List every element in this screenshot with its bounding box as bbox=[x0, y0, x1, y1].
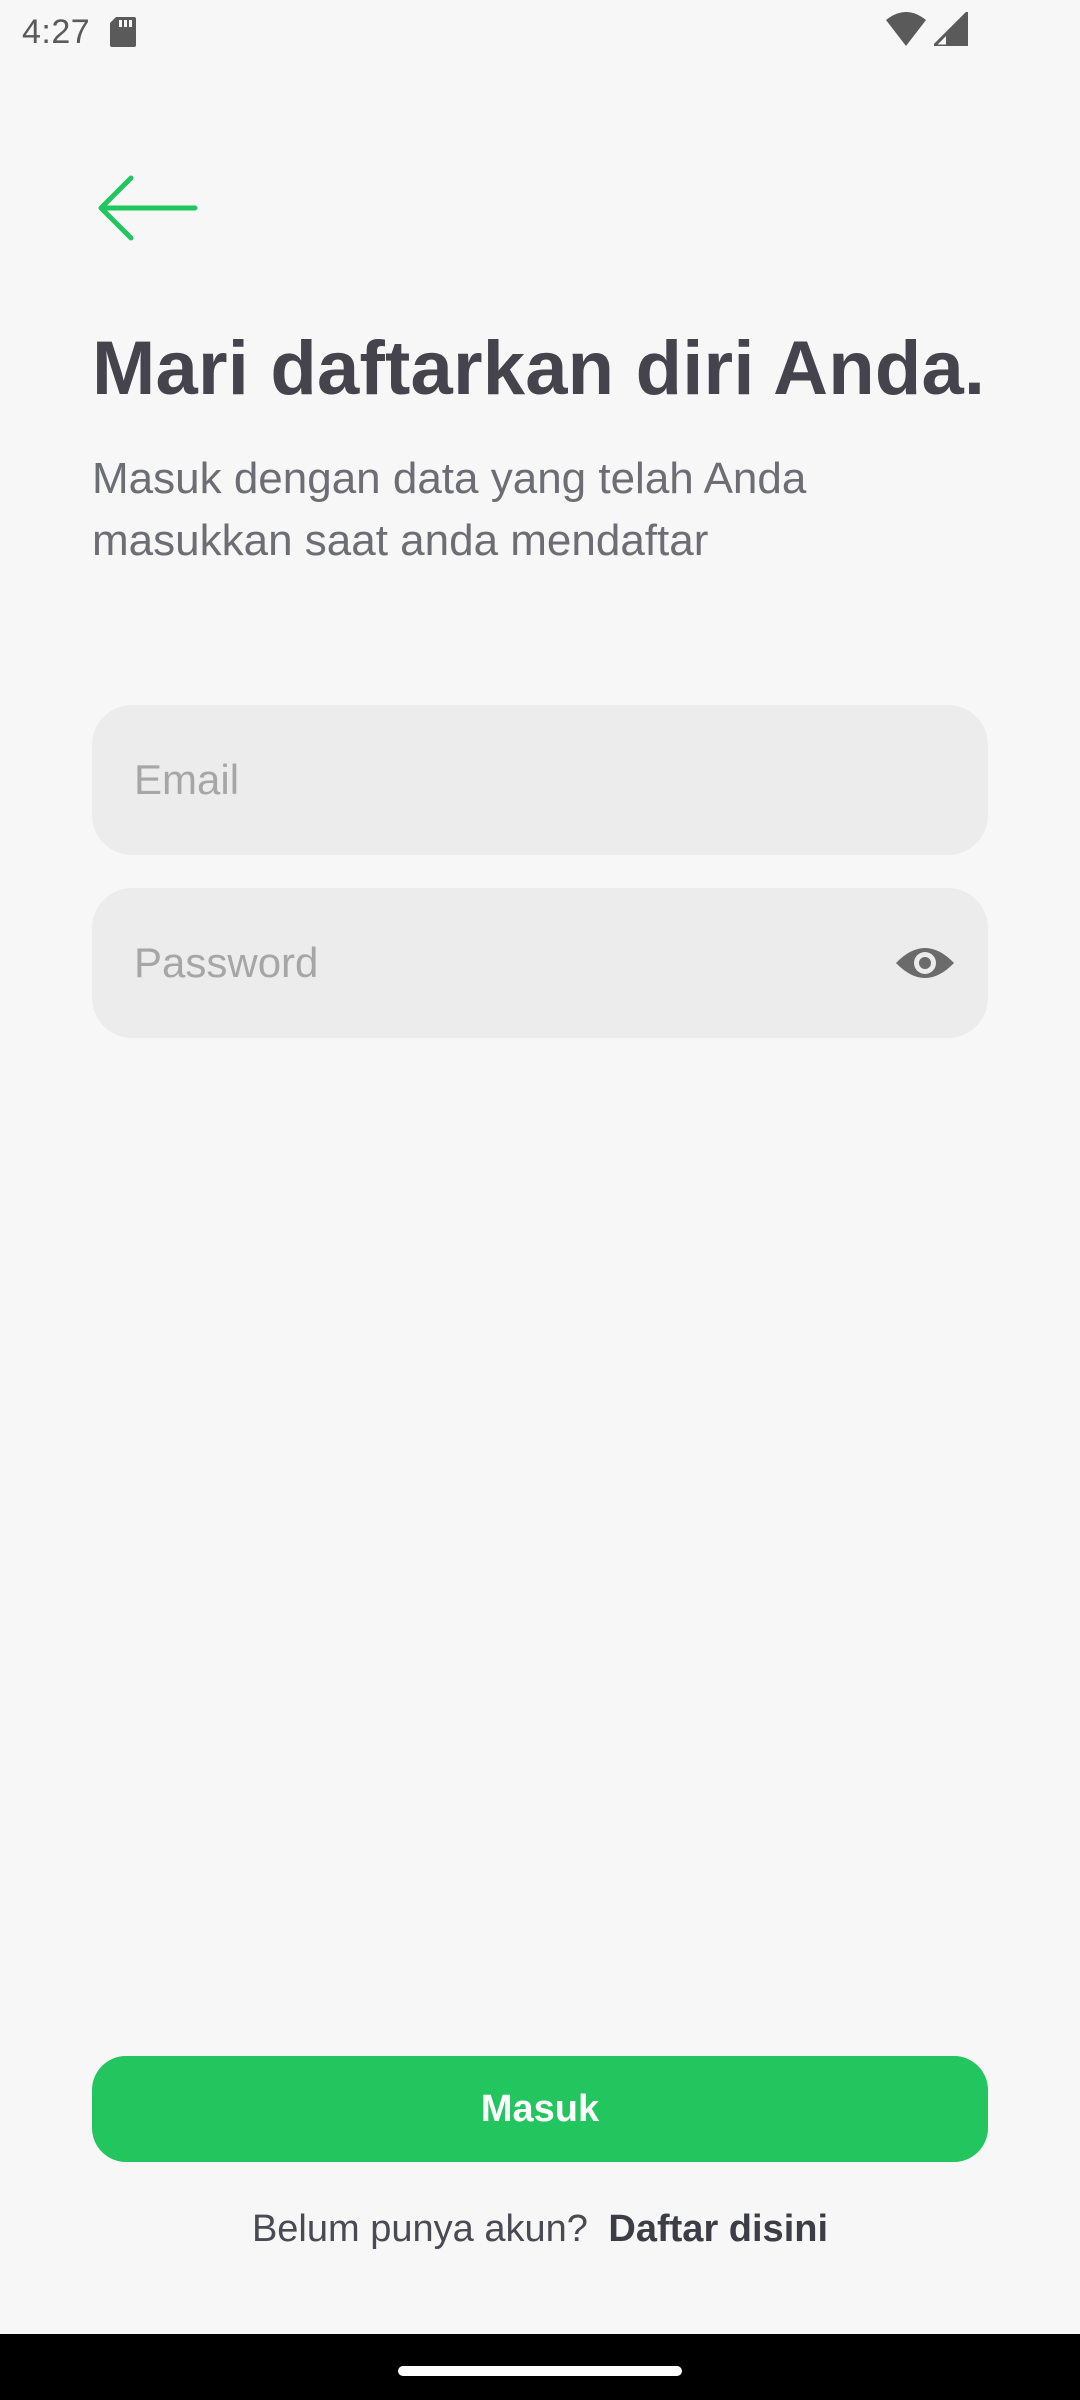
back-button[interactable] bbox=[92, 172, 202, 248]
email-field[interactable] bbox=[134, 756, 946, 804]
page-subtitle: Masuk dengan data yang telah Anda masukk… bbox=[92, 454, 807, 565]
signal-icon bbox=[930, 8, 970, 51]
status-time: 4:27 bbox=[22, 12, 91, 51]
register-prompt: Belum punya akun? Daftar disini bbox=[0, 2208, 1080, 2251]
eye-icon[interactable] bbox=[894, 942, 956, 984]
email-field-container[interactable] bbox=[92, 705, 988, 855]
register-link[interactable]: Daftar disini bbox=[608, 2208, 828, 2250]
system-nav-bar bbox=[0, 2334, 1080, 2400]
wifi-icon bbox=[886, 12, 926, 51]
login-screen: 4:27 Mari daftarkan diri Anda. Masuk den… bbox=[0, 0, 1080, 2400]
home-indicator[interactable] bbox=[398, 2366, 682, 2376]
login-button[interactable]: Masuk bbox=[92, 2056, 988, 2162]
status-bar: 4:27 bbox=[0, 0, 1080, 64]
register-prompt-text: Belum punya akun? bbox=[251, 2208, 588, 2250]
sd-card-icon bbox=[110, 17, 137, 47]
status-icons bbox=[886, 8, 970, 51]
arrow-left-icon bbox=[95, 174, 199, 247]
page-title: Mari daftarkan diri Anda. bbox=[92, 326, 986, 411]
password-field[interactable] bbox=[134, 939, 946, 987]
password-field-container[interactable] bbox=[92, 888, 988, 1038]
